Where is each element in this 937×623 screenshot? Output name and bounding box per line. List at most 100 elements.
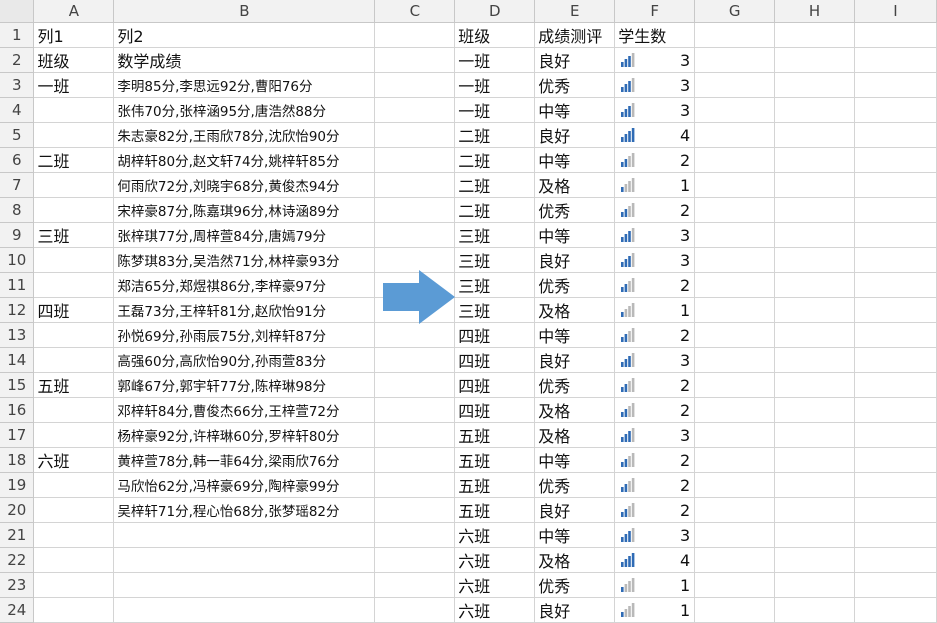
- cell-f[interactable]: 2: [614, 372, 696, 398]
- cell-d[interactable]: 五班: [454, 497, 536, 523]
- cell-c[interactable]: [374, 122, 456, 148]
- cell-b[interactable]: 何雨欣72分,刘晓宇68分,黄俊杰94分: [113, 172, 376, 198]
- cell-b[interactable]: 黄梓萱78分,韩一菲64分,梁雨欣76分: [113, 447, 376, 473]
- cell-a[interactable]: 三班: [33, 222, 115, 248]
- cell-d[interactable]: 六班: [454, 522, 536, 548]
- cell-b[interactable]: 吴梓轩71分,程心怡68分,张梦瑶82分: [113, 497, 376, 523]
- column-header-d[interactable]: D: [454, 0, 536, 23]
- cell-g[interactable]: [694, 322, 776, 348]
- cell-h[interactable]: [774, 247, 856, 273]
- cell-c[interactable]: [374, 322, 456, 348]
- cell-g[interactable]: [694, 297, 776, 323]
- cell-f[interactable]: 3: [614, 97, 696, 123]
- cell-b[interactable]: 陈梦琪83分,吴浩然71分,林梓豪93分: [113, 247, 376, 273]
- cell-b[interactable]: 列2: [113, 22, 376, 48]
- cell-c[interactable]: [374, 347, 456, 373]
- cell-i[interactable]: [854, 72, 937, 98]
- cell-c[interactable]: [374, 472, 456, 498]
- cell-b[interactable]: 郭峰67分,郭宇轩77分,陈梓琳98分: [113, 372, 376, 398]
- cell-d[interactable]: 五班: [454, 472, 536, 498]
- cell-g[interactable]: [694, 22, 776, 48]
- cell-g[interactable]: [694, 247, 776, 273]
- cell-e[interactable]: 良好: [534, 347, 616, 373]
- cell-h[interactable]: [774, 297, 856, 323]
- cell-a[interactable]: [33, 97, 115, 123]
- cell-a[interactable]: [33, 472, 115, 498]
- cell-h[interactable]: [774, 422, 856, 448]
- cell-f[interactable]: 2: [614, 472, 696, 498]
- cell-a[interactable]: [33, 347, 115, 373]
- cell-i[interactable]: [854, 297, 937, 323]
- cell-a[interactable]: 五班: [33, 372, 115, 398]
- cell-g[interactable]: [694, 547, 776, 573]
- cell-e[interactable]: 良好: [534, 597, 616, 623]
- cell-a[interactable]: [33, 322, 115, 348]
- cell-g[interactable]: [694, 397, 776, 423]
- cell-g[interactable]: [694, 422, 776, 448]
- cell-c[interactable]: [374, 247, 456, 273]
- cell-i[interactable]: [854, 497, 937, 523]
- cell-d[interactable]: 四班: [454, 322, 536, 348]
- cell-e[interactable]: 良好: [534, 47, 616, 73]
- cell-c[interactable]: [374, 422, 456, 448]
- cell-a[interactable]: [33, 122, 115, 148]
- cell-e[interactable]: 优秀: [534, 472, 616, 498]
- cell-f[interactable]: 1: [614, 172, 696, 198]
- cell-g[interactable]: [694, 172, 776, 198]
- row-header[interactable]: 10: [0, 247, 35, 273]
- cell-c[interactable]: [374, 172, 456, 198]
- cell-i[interactable]: [854, 147, 937, 173]
- cell-f[interactable]: 3: [614, 222, 696, 248]
- cell-i[interactable]: [854, 322, 937, 348]
- cell-b[interactable]: 郑洁65分,郑煜祺86分,李梓豪97分: [113, 272, 376, 298]
- cell-d[interactable]: 四班: [454, 372, 536, 398]
- cell-a[interactable]: 一班: [33, 72, 115, 98]
- row-header[interactable]: 8: [0, 197, 35, 223]
- cell-c[interactable]: [374, 597, 456, 623]
- cell-b[interactable]: 张梓琪77分,周梓萱84分,唐嫣79分: [113, 222, 376, 248]
- row-header[interactable]: 2: [0, 47, 35, 73]
- cell-h[interactable]: [774, 322, 856, 348]
- cell-e[interactable]: 中等: [534, 522, 616, 548]
- row-header[interactable]: 14: [0, 347, 35, 373]
- cell-b[interactable]: 张伟70分,张梓涵95分,唐浩然88分: [113, 97, 376, 123]
- cell-d[interactable]: 二班: [454, 122, 536, 148]
- row-header[interactable]: 13: [0, 322, 35, 348]
- cell-e[interactable]: 优秀: [534, 197, 616, 223]
- cell-d[interactable]: 六班: [454, 597, 536, 623]
- cell-f[interactable]: 学生数: [614, 22, 696, 48]
- cell-c[interactable]: [374, 447, 456, 473]
- cell-c[interactable]: [374, 397, 456, 423]
- column-header-h[interactable]: H: [774, 0, 856, 23]
- cell-b[interactable]: 李明85分,李思远92分,曹阳76分: [113, 72, 376, 98]
- cell-a[interactable]: [33, 597, 115, 623]
- cell-i[interactable]: [854, 172, 937, 198]
- cell-b[interactable]: 孙悦69分,孙雨辰75分,刘梓轩87分: [113, 322, 376, 348]
- cell-a[interactable]: [33, 397, 115, 423]
- cell-e[interactable]: 中等: [534, 97, 616, 123]
- row-header[interactable]: 22: [0, 547, 35, 573]
- cell-i[interactable]: [854, 97, 937, 123]
- cell-d[interactable]: 四班: [454, 397, 536, 423]
- cell-a[interactable]: 四班: [33, 297, 115, 323]
- cell-f[interactable]: 3: [614, 72, 696, 98]
- column-header-c[interactable]: C: [374, 0, 456, 23]
- cell-e[interactable]: 及格: [534, 397, 616, 423]
- cell-h[interactable]: [774, 197, 856, 223]
- cell-b[interactable]: 朱志豪82分,王雨欣78分,沈欣怡90分: [113, 122, 376, 148]
- row-header[interactable]: 16: [0, 397, 35, 423]
- cell-i[interactable]: [854, 247, 937, 273]
- cell-g[interactable]: [694, 97, 776, 123]
- cell-f[interactable]: 4: [614, 122, 696, 148]
- cell-f[interactable]: 3: [614, 47, 696, 73]
- cell-a[interactable]: [33, 272, 115, 298]
- cell-g[interactable]: [694, 347, 776, 373]
- cell-d[interactable]: 三班: [454, 222, 536, 248]
- cell-f[interactable]: 1: [614, 597, 696, 623]
- cell-i[interactable]: [854, 197, 937, 223]
- row-header[interactable]: 18: [0, 447, 35, 473]
- cell-h[interactable]: [774, 597, 856, 623]
- cell-b[interactable]: 王磊73分,王梓轩81分,赵欣怡91分: [113, 297, 376, 323]
- cell-h[interactable]: [774, 147, 856, 173]
- cell-h[interactable]: [774, 372, 856, 398]
